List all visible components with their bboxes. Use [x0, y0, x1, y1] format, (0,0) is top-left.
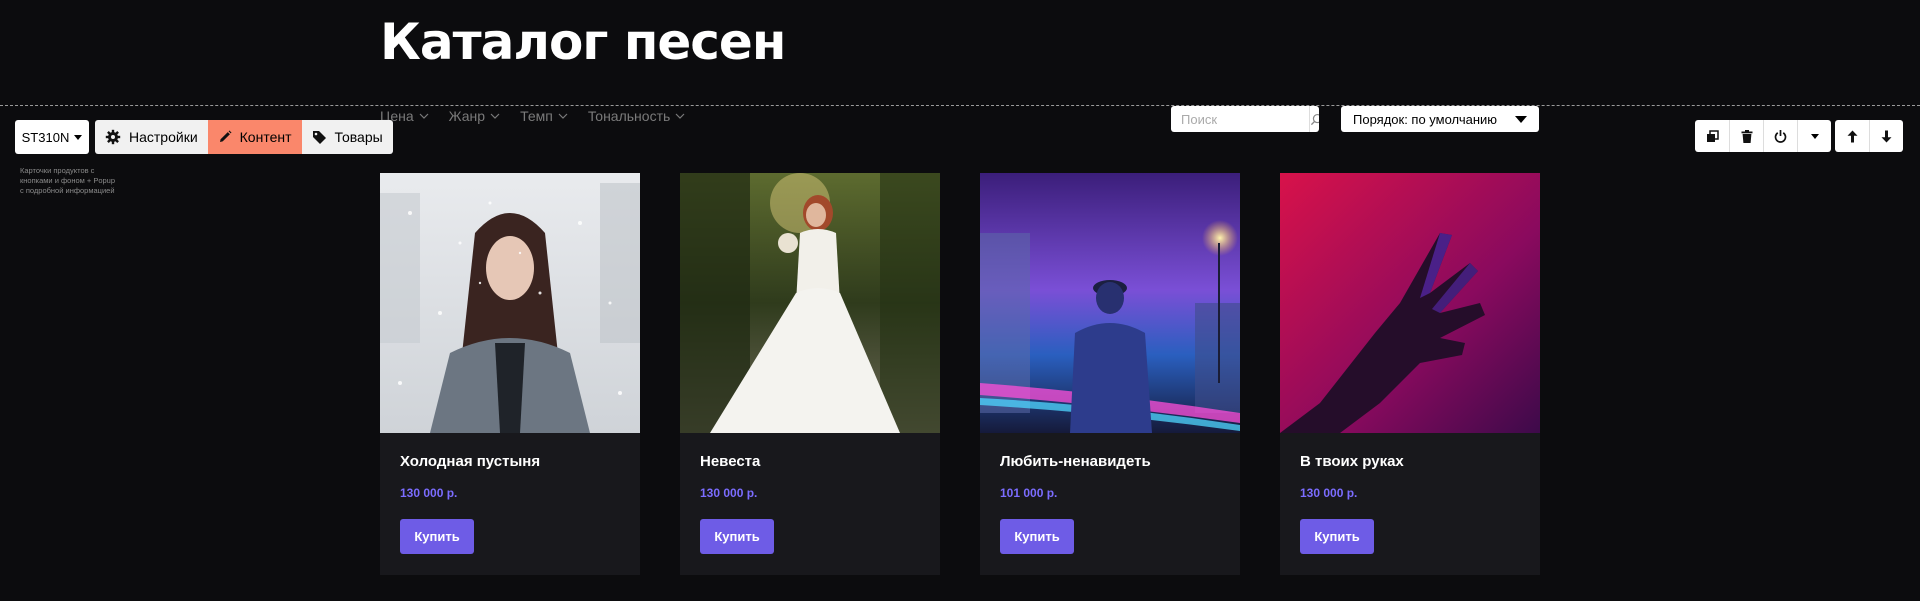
product-title[interactable]: Любить-ненавидеть — [1000, 453, 1151, 470]
product-image[interactable] — [680, 173, 940, 433]
product-price: 101 000 р. — [1000, 486, 1058, 500]
product-card[interactable]: В твоих руках 130 000 р. Купить — [1280, 173, 1540, 575]
filter-key[interactable]: Тональность — [588, 108, 685, 124]
search-button[interactable] — [1309, 106, 1319, 132]
buy-button[interactable]: Купить — [1300, 519, 1374, 554]
delete-button[interactable] — [1729, 120, 1763, 152]
buy-button[interactable]: Купить — [400, 519, 474, 554]
tab-label: Настройки — [129, 129, 198, 145]
product-image[interactable] — [380, 173, 640, 433]
pencil-icon — [219, 130, 232, 142]
arrow-up-icon — [1847, 130, 1857, 142]
filter-label: Темп — [520, 108, 553, 124]
block-controls — [1695, 120, 1831, 152]
buy-button[interactable]: Купить — [700, 519, 774, 554]
toggle-visibility-button[interactable] — [1763, 120, 1797, 152]
block-description: Карточки продуктов с кнопками и фоном + … — [20, 166, 116, 195]
search-icon — [1310, 113, 1319, 125]
tab-content[interactable]: Контент — [207, 120, 302, 154]
arrow-down-icon — [1881, 130, 1892, 142]
move-up-button[interactable] — [1835, 120, 1869, 152]
tab-settings[interactable]: Настройки — [95, 120, 208, 154]
product-price: 130 000 р. — [1300, 486, 1358, 500]
product-card[interactable]: Любить-ненавидеть 101 000 р. Купить — [980, 173, 1240, 575]
filter-label: Тональность — [587, 108, 671, 124]
block-id-button[interactable]: ST310N — [15, 120, 89, 154]
block-divider — [0, 105, 1920, 106]
power-icon — [1774, 129, 1787, 143]
chevron-down-icon — [419, 113, 429, 119]
product-image[interactable] — [1280, 173, 1540, 433]
search-input[interactable] — [1171, 106, 1309, 132]
filter-label: Жанр — [448, 108, 486, 124]
more-options-button[interactable] — [1797, 120, 1831, 152]
caret-down-icon — [74, 134, 83, 140]
chevron-down-icon — [1810, 133, 1819, 139]
product-image[interactable] — [980, 173, 1240, 433]
chevron-down-icon — [558, 113, 568, 119]
filter-bar: Цена Жанр Темп Тональность — [380, 108, 685, 124]
product-price: 130 000 р. — [400, 486, 458, 500]
buy-button[interactable]: Купить — [1000, 519, 1074, 554]
product-card[interactable]: Холодная пустыня 130 000 р. Купить — [380, 173, 640, 575]
sort-select[interactable]: Порядок: по умолчанию — [1341, 106, 1539, 132]
chevron-down-icon — [675, 113, 685, 119]
tab-label: Товары — [334, 129, 383, 145]
copy-icon — [1706, 129, 1719, 142]
chevron-down-icon — [490, 113, 500, 119]
dropdown-triangle-icon — [1515, 115, 1527, 123]
page-title: Каталог песен — [380, 13, 786, 71]
product-title[interactable]: Невеста — [700, 453, 760, 470]
sort-label: Порядок: по умолчанию — [1353, 111, 1498, 127]
block-id-label: ST310N — [21, 129, 70, 145]
product-title[interactable]: В твоих руках — [1300, 453, 1404, 470]
tag-icon — [312, 130, 326, 144]
search-box — [1171, 106, 1319, 132]
product-price: 130 000 р. — [700, 486, 758, 500]
move-controls — [1835, 120, 1903, 152]
tab-label: Контент — [239, 129, 292, 145]
tab-products[interactable]: Товары — [301, 120, 393, 154]
copy-button[interactable] — [1695, 120, 1729, 152]
trash-icon — [1741, 129, 1752, 143]
filter-tempo[interactable]: Темп — [520, 108, 568, 124]
gear-icon — [105, 129, 121, 145]
product-title[interactable]: Холодная пустыня — [400, 453, 540, 470]
product-card[interactable]: Невеста 130 000 р. Купить — [680, 173, 940, 575]
move-down-button[interactable] — [1869, 120, 1903, 152]
filter-genre[interactable]: Жанр — [449, 108, 500, 124]
editor-tabs: Настройки Контент Товары — [95, 120, 393, 154]
